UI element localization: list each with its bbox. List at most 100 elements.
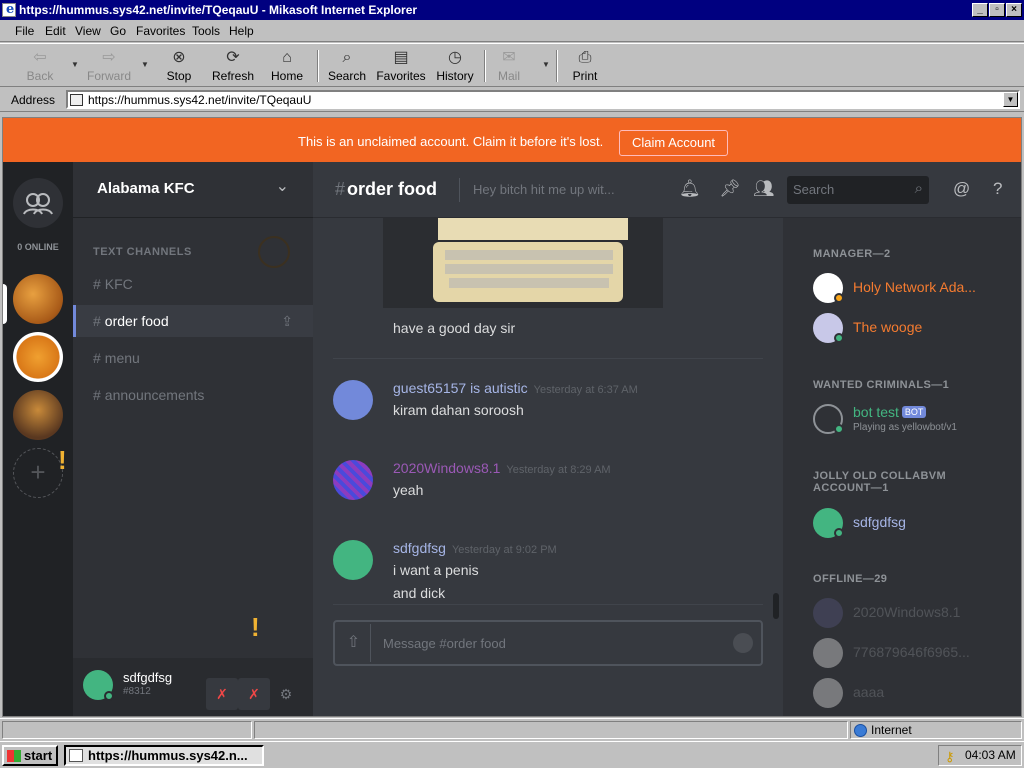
message-author[interactable]: 2020Windows8.1 Yesterday at 8:29 AM [393,460,611,476]
chat-scrollbar[interactable] [773,593,779,619]
menu-file[interactable]: File [15,24,34,38]
channel-topic[interactable]: Hey bitch hit me up wit... [473,182,615,197]
status-online-icon [104,691,114,701]
print-button[interactable]: ⎙ Print [566,46,604,86]
member-item[interactable]: sdfgdfsg [813,506,1013,542]
mail-dropdown-icon[interactable]: ▼ [542,60,550,69]
friends-glyph-icon [23,193,53,215]
message-content: have a good day sir [393,320,516,336]
claim-account-button[interactable]: Claim Account [619,130,728,156]
member-item[interactable]: Holy Network Ada... [813,271,1013,307]
help-icon[interactable]: ? [993,179,1002,199]
message-composer[interactable]: ⇧ Message #order food [333,620,763,666]
forward-dropdown-icon[interactable]: ▼ [141,60,149,69]
member-category: WANTED CRIMINALS—1 [813,379,950,391]
channel-announcements[interactable]: # announcements [73,379,313,411]
members-icon[interactable]: 👥︎ [753,179,775,199]
settings-gear-icon[interactable]: ⚙ [270,678,302,710]
member-item[interactable]: aaaa [813,676,1013,712]
stop-icon: ⊗ [172,49,186,66]
address-dropdown-icon[interactable]: ▼ [1003,92,1018,107]
refresh-button[interactable]: ⟳ Refresh [208,46,258,86]
menu-help[interactable]: Help [229,24,254,38]
avatar[interactable] [333,540,373,580]
start-button[interactable]: start [2,745,58,766]
message-timestamp: Yesterday at 6:37 AM [533,384,638,396]
menu-go[interactable]: Go [110,24,126,38]
back-arrow-icon: ⇦ [33,49,47,66]
address-bar: Address https://hummus.sys42.net/invite/… [0,88,1024,112]
image-attachment[interactable] [383,218,663,308]
close-button[interactable]: × [1006,3,1022,17]
address-input[interactable]: https://hummus.sys42.net/invite/TQeqauU … [66,90,1020,109]
status-progress-panel [254,721,848,739]
avatar[interactable] [333,460,373,500]
key-icon[interactable]: ⚷ [945,747,955,766]
status-text-panel [2,721,252,739]
avatar [813,678,843,708]
invite-icon[interactable]: ⇪ [281,305,293,337]
chevron-down-icon[interactable]: ⌄ [276,176,289,196]
minimize-button[interactable]: _ [972,3,988,17]
deafen-icon[interactable]: ✗ [238,678,270,710]
member-item[interactable]: The wooge [813,311,1013,347]
server-icon-shop[interactable] [13,390,63,440]
menu-favorites[interactable]: Favorites [136,24,185,38]
menu-edit[interactable]: Edit [45,24,66,38]
status-bar: Internet [0,718,1024,740]
forward-button[interactable]: ⇨ Forward [84,46,134,86]
address-url[interactable]: https://hummus.sys42.net/invite/TQeqauU [88,93,311,107]
member-item[interactable]: bot test BOT Playing as yellowbot/v1 [813,402,1013,438]
emoji-icon[interactable] [733,633,753,653]
member-list: MANAGER—2 Holy Network Ada... The wooge … [783,218,1021,716]
search-input[interactable]: Search ⌕ [787,176,929,204]
search-placeholder: Search [793,182,835,197]
channel-sidebar: Alabama KFC ⌄ TEXT CHANNELS # KFC # order … [73,162,313,716]
message-divider [333,358,763,359]
upload-icon[interactable]: ⇧ [337,624,371,662]
menu-view[interactable]: View [75,24,101,38]
server-list: 0 ONLINE + ! [3,162,73,716]
message-author[interactable]: sdfgdfsg Yesterday at 9:02 PM [393,540,557,556]
server-icon-cat[interactable] [13,332,63,382]
home-button[interactable]: ⌂ Home [266,46,308,86]
member-name: 776879646f6965... [853,644,970,660]
channel-kfc[interactable]: # KFC [73,268,313,300]
friends-icon[interactable] [13,178,63,228]
add-server-button[interactable]: + [13,448,63,498]
avatar[interactable] [333,380,373,420]
mail-button[interactable]: ✉ Mail [492,46,526,86]
menubar: File Edit View Go Favorites Tools Help [0,20,1024,42]
channel-menu[interactable]: # menu [73,342,313,374]
username: sdfgdfsg [123,670,173,685]
window-titlebar[interactable]: https://hummus.sys42.net/invite/TQeqauU … [0,0,1024,20]
ie-icon [69,749,83,762]
search-button[interactable]: ⌕ Search [325,46,369,86]
stop-button[interactable]: ⊗ Stop [160,46,198,86]
category-label[interactable]: TEXT CHANNELS [93,246,192,258]
message-author[interactable]: guest65157 is autistic Yesterday at 6:37 … [393,380,638,396]
back-dropdown-icon[interactable]: ▼ [71,60,79,69]
member-item[interactable]: 776879646f6965... [813,636,1013,672]
back-button[interactable]: ⇦ Back [20,46,60,86]
keyboard-image [433,218,628,302]
favorites-button[interactable]: ▤ Favorites [374,46,428,86]
window-title: https://hummus.sys42.net/invite/TQeqauU … [19,3,418,17]
member-item[interactable]: 2020Windows8.1 [813,596,1013,632]
pin-icon[interactable]: 📌︎ [719,179,741,199]
bell-icon[interactable]: 🔔︎ [679,179,701,199]
online-count: 0 ONLINE [17,242,59,252]
mute-microphone-icon[interactable]: ✗ [206,678,238,710]
history-button[interactable]: ◷ History [433,46,477,86]
channel-order-food[interactable]: # order food ⇪ [73,305,313,337]
member-category: JOLLY OLD COLLABVM ACCOUNT—1 [813,470,947,494]
member-name: The wooge [853,319,923,335]
mention-icon[interactable]: @ [953,179,970,199]
maximize-button[interactable]: ▫ [989,3,1005,17]
server-icon-chicken[interactable] [13,274,63,324]
loading-ring-icon [258,236,290,268]
taskbar-item-browser[interactable]: https://hummus.sys42.n... [64,745,264,766]
server-header[interactable]: Alabama KFC ⌄ [73,162,313,218]
message-timestamp: Yesterday at 9:02 PM [451,544,557,556]
menu-tools[interactable]: Tools [192,24,220,38]
